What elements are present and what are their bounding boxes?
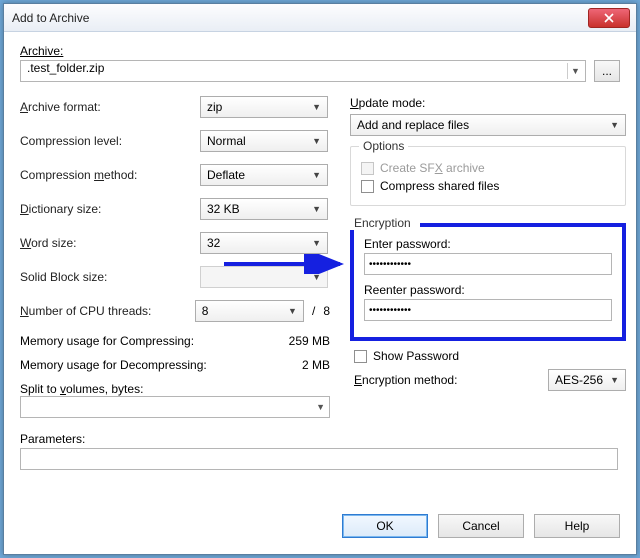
- encryption-group: Enter password: Reenter password:: [350, 223, 626, 341]
- chevron-down-icon: ▼: [312, 204, 321, 214]
- archive-label: Archive:: [20, 44, 620, 58]
- memory-decompress-value: 2 MB: [260, 358, 330, 372]
- chevron-down-icon: ▼: [312, 102, 321, 112]
- compression-level-label: Compression level:: [20, 134, 200, 148]
- window-title: Add to Archive: [12, 11, 588, 25]
- reenter-password-input[interactable]: [364, 299, 612, 321]
- memory-decompress-label: Memory usage for Decompressing:: [20, 358, 260, 372]
- word-size-label: Word size:: [20, 236, 200, 250]
- split-volumes-select[interactable]: ▼: [20, 396, 330, 418]
- archive-format-select[interactable]: zip▼: [200, 96, 328, 118]
- encryption-method-label: Encryption method:: [354, 373, 548, 387]
- close-icon: [604, 13, 614, 23]
- word-size-select[interactable]: 32▼: [200, 232, 328, 254]
- dictionary-size-select[interactable]: 32 KB▼: [200, 198, 328, 220]
- chevron-down-icon: ▼: [610, 120, 619, 130]
- sfx-checkbox: [361, 162, 374, 175]
- dictionary-size-label: Dictionary size:: [20, 202, 200, 216]
- enter-password-label: Enter password:: [364, 237, 612, 251]
- options-title: Options: [359, 139, 408, 153]
- compress-shared-label: Compress shared files: [380, 179, 499, 193]
- parameters-label: Parameters:: [20, 432, 620, 446]
- solid-block-size-select: ▼: [200, 266, 328, 288]
- compression-method-label: Compression method:: [20, 168, 200, 182]
- chevron-down-icon: ▼: [312, 272, 321, 282]
- split-volumes-label: Split to volumes, bytes:: [20, 382, 330, 396]
- chevron-down-icon: ▼: [316, 402, 325, 412]
- ok-button[interactable]: OK: [342, 514, 428, 538]
- encryption-title: Encryption: [350, 216, 420, 230]
- password-input[interactable]: [364, 253, 612, 275]
- compression-method-select[interactable]: Deflate▼: [200, 164, 328, 186]
- sfx-label: Create SFX archive: [380, 161, 485, 175]
- chevron-down-icon: ▼: [312, 238, 321, 248]
- update-mode-select[interactable]: Add and replace files▼: [350, 114, 626, 136]
- show-password-checkbox[interactable]: [354, 350, 367, 363]
- memory-compress-label: Memory usage for Compressing:: [20, 334, 260, 348]
- add-to-archive-dialog: Add to Archive Archive: .test_folder.zip…: [3, 3, 637, 555]
- chevron-down-icon: ▼: [288, 306, 297, 316]
- chevron-down-icon: ▼: [610, 375, 619, 385]
- compression-level-select[interactable]: Normal▼: [200, 130, 328, 152]
- chevron-down-icon: ▼: [312, 136, 321, 146]
- solid-block-size-label: Solid Block size:: [20, 270, 200, 284]
- chevron-down-icon: ▼: [312, 170, 321, 180]
- browse-button[interactable]: ...: [594, 60, 620, 82]
- reenter-password-label: Reenter password:: [364, 283, 612, 297]
- update-mode-label: Update mode:: [350, 96, 626, 110]
- chevron-down-icon[interactable]: ▼: [567, 63, 583, 79]
- cpu-threads-label: Number of CPU threads:: [20, 304, 195, 318]
- cancel-button[interactable]: Cancel: [438, 514, 524, 538]
- memory-compress-value: 259 MB: [260, 334, 330, 348]
- show-password-label: Show Password: [373, 349, 459, 363]
- archive-path-value: .test_folder.zip: [27, 61, 104, 75]
- compress-shared-checkbox[interactable]: [361, 180, 374, 193]
- parameters-input[interactable]: [20, 448, 618, 470]
- encryption-method-select[interactable]: AES-256▼: [548, 369, 626, 391]
- close-button[interactable]: [588, 8, 630, 28]
- cpu-threads-max: 8: [323, 304, 330, 318]
- titlebar: Add to Archive: [4, 4, 636, 32]
- archive-path-input[interactable]: .test_folder.zip ▼: [20, 60, 586, 82]
- help-button[interactable]: Help: [534, 514, 620, 538]
- cpu-threads-select[interactable]: 8▼: [195, 300, 304, 322]
- options-group: Options Create SFX archive Compress shar…: [350, 146, 626, 206]
- archive-format-label: Archive format:: [20, 100, 200, 114]
